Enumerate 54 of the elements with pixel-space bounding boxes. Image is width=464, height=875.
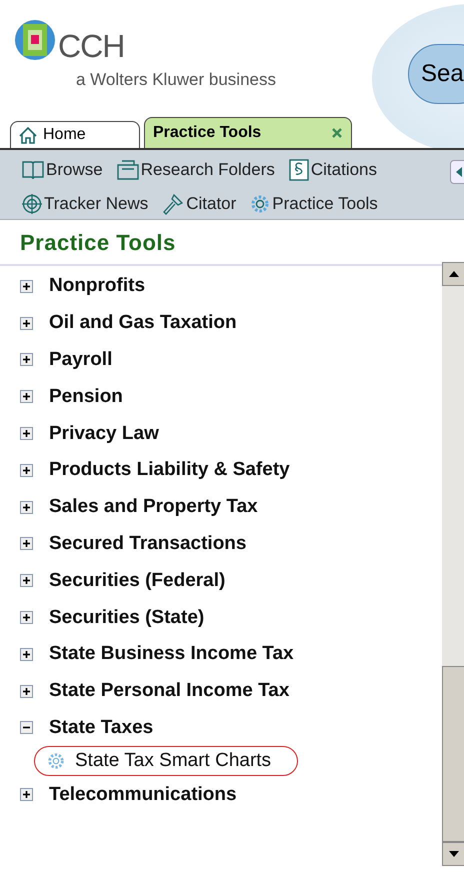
folder-icon [116,160,139,180]
close-icon[interactable] [331,127,343,139]
expand-icon[interactable] [20,537,33,550]
gear-icon [250,194,270,214]
toolbar-button[interactable]: Citations [288,156,377,184]
expand-icon[interactable] [20,611,33,624]
tree-item[interactable]: Telecommunications [0,776,442,814]
expand-icon[interactable] [20,648,33,661]
tree-item[interactable]: Securities (State) [0,599,442,636]
tree-item[interactable]: State Business Income Tax [0,636,442,673]
toolbar-button[interactable]: Tracker News [22,190,148,218]
tab[interactable]: Home [10,121,140,148]
collapse-icon[interactable] [20,721,33,734]
tree-item[interactable]: Products Liability & Safety [0,452,442,489]
collapse-button[interactable] [450,160,464,184]
scrollbar[interactable] [442,262,464,866]
logo-text: CCH [58,30,124,62]
left-arrow-icon [456,167,462,177]
tree-item[interactable]: Payroll [0,342,442,378]
logo-icon [14,18,56,62]
up-arrow-icon[interactable] [449,271,459,277]
toolbar-button[interactable]: Citator [162,190,236,218]
expand-icon[interactable] [20,788,33,802]
expand-icon[interactable] [20,574,33,588]
tab[interactable]: Practice Tools [144,117,352,148]
tree-item[interactable]: Securities (Federal) [0,562,442,600]
book-icon [22,160,44,180]
tree-child-item[interactable]: State Tax Smart Charts [34,746,298,776]
expand-icon[interactable] [20,390,33,404]
gear-icon [47,752,65,770]
tree-item[interactable]: Privacy Law [0,415,442,452]
expand-icon[interactable] [20,500,33,514]
expand-icon[interactable] [20,427,33,440]
logo-tagline: a Wolters Kluwer business [76,70,276,90]
toolbar-button[interactable]: Practice Tools [250,190,378,218]
toolbar-button[interactable]: Research Folders [116,156,275,184]
down-arrow-icon[interactable] [449,851,459,857]
tree-item[interactable]: Pension [0,378,442,416]
tree-item[interactable]: State Personal Income Tax [0,672,442,710]
section-icon [288,159,309,181]
expand-icon[interactable] [20,684,33,698]
tree-item[interactable]: Oil and Gas Taxation [0,304,442,342]
tree-item[interactable]: Secured Transactions [0,526,442,562]
tree-item[interactable]: Sales and Property Tax [0,488,442,526]
expand-icon[interactable] [20,316,33,330]
tree-item[interactable]: State Taxes [0,710,442,746]
home-icon [19,126,37,144]
expand-icon[interactable] [20,280,33,293]
hammer-icon [162,193,184,215]
target-icon [22,194,42,214]
expand-icon[interactable] [20,353,33,366]
toolbar-button[interactable]: Browse [22,156,103,184]
tree-item[interactable]: Nonprofits [0,268,442,305]
expand-icon[interactable] [20,464,33,477]
